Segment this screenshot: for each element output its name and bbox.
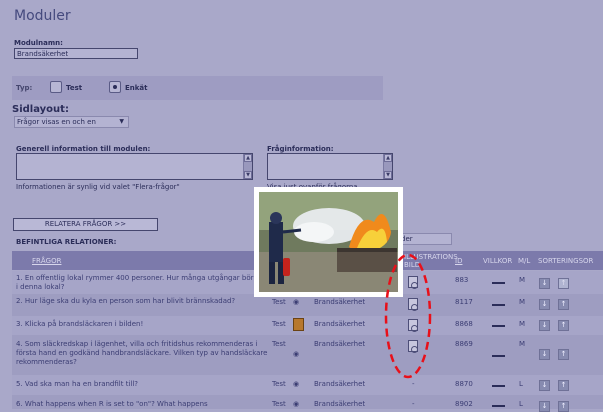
table-row[interactable]: 6. What happens when R is set to "on"? W… — [12, 395, 603, 412]
arrow-up-icon[interactable]: ↑ — [558, 349, 569, 360]
question-info-scrollbar[interactable]: ▲ ▼ — [383, 154, 392, 179]
row-ml: L — [519, 380, 523, 388]
condition-dash — [492, 385, 505, 387]
row-type: Test — [272, 380, 286, 388]
table-row[interactable]: 3. Klicka på brandsläckaren i bilden! Te… — [12, 316, 603, 335]
scroll-up-icon[interactable]: ▲ — [384, 154, 392, 162]
scroll-down-icon[interactable]: ▼ — [384, 171, 392, 179]
existing-relations-label: BEFINTLIGA RELATIONER: — [16, 238, 117, 246]
arrow-down-icon[interactable]: ↓ — [539, 278, 550, 289]
condition-dash — [492, 405, 505, 407]
row-ml: M — [519, 298, 526, 306]
no-illustration: - — [412, 400, 415, 408]
type-label: Typ: — [16, 84, 33, 92]
module-name-input[interactable]: Brandsäkerhet — [14, 48, 138, 59]
row-module: Brandsäkerhet — [314, 320, 366, 328]
type-radio-test[interactable] — [50, 81, 62, 93]
scroll-down-icon[interactable]: ▼ — [244, 171, 252, 179]
arrow-down-icon[interactable]: ↓ — [539, 320, 550, 331]
page-layout-label: Sidlayout: — [12, 104, 69, 115]
type-option-test: Test — [66, 84, 83, 92]
row-module: Brandsäkerhet — [314, 340, 366, 348]
image-thumbnail-icon[interactable] — [293, 318, 304, 331]
question-text[interactable]: 1. En offentlig lokal rymmer 400 persone… — [16, 274, 278, 292]
arrow-up-icon[interactable]: ↑ — [558, 401, 569, 412]
radio-icon[interactable]: ◉ — [293, 350, 299, 358]
module-name-label: Modulnamn: — [14, 39, 63, 47]
row-module: Brandsäkerhet — [314, 380, 366, 388]
question-text[interactable]: 2. Hur läge ska du kyla en person som ha… — [16, 297, 278, 306]
general-info-label: Generell information till modulen: — [16, 145, 151, 153]
question-info-textarea[interactable]: ▲ ▼ — [267, 153, 393, 180]
condition-dash — [492, 282, 505, 284]
question-text[interactable]: 6. What happens when R is set to "on"? W… — [16, 400, 278, 409]
row-id: 8868 — [455, 320, 473, 328]
type-option-enkat: Enkät — [125, 84, 148, 92]
row-id: 8902 — [455, 400, 473, 408]
page-layout-value: Frågor visas en och en — [17, 118, 96, 126]
row-ml: M — [519, 320, 526, 328]
header-sort: SORTERINGSOR — [538, 257, 594, 265]
row-id: 883 — [455, 276, 469, 284]
row-type: Test — [272, 298, 286, 306]
question-text[interactable]: 5. Vad ska man ha en brandfilt till? — [16, 380, 278, 389]
question-text[interactable]: 4. Som släckredskap i lägenhet, villa oc… — [16, 340, 278, 367]
arrow-down-icon[interactable]: ↓ — [539, 349, 550, 360]
question-text[interactable]: 3. Klicka på brandsläckaren i bilden! — [16, 320, 278, 329]
header-questions[interactable]: FRÅGOR — [32, 257, 61, 265]
header-id[interactable]: ID — [455, 257, 462, 265]
condition-dash — [492, 304, 505, 306]
row-module: Brandsäkerhet — [314, 298, 366, 306]
chevron-down-icon: ▼ — [119, 118, 124, 125]
arrow-down-icon[interactable]: ↓ — [539, 380, 550, 391]
header-conditions: VILLKOR — [483, 257, 513, 265]
scroll-up-icon[interactable]: ▲ — [244, 154, 252, 162]
arrow-up-icon[interactable]: ↑ — [558, 320, 569, 331]
arrow-up-icon[interactable]: ↑ — [558, 278, 569, 289]
row-type: Test — [272, 400, 286, 408]
row-id: 8870 — [455, 380, 473, 388]
general-info-textarea[interactable]: ▲ ▼ — [16, 153, 253, 180]
general-info-hint: Informationen är synlig vid valet "Flera… — [16, 183, 180, 191]
type-radio-enkat[interactable] — [109, 81, 121, 93]
general-info-scrollbar[interactable]: ▲ ▼ — [243, 154, 252, 179]
arrow-down-icon[interactable]: ↓ — [539, 299, 550, 310]
header-ml: M/L — [518, 257, 531, 265]
row-module: Brandsäkerhet — [314, 400, 366, 408]
table-row[interactable]: 5. Vad ska man ha en brandfilt till? Tes… — [12, 375, 603, 395]
row-id: 8117 — [455, 298, 473, 306]
row-ml: M — [519, 340, 526, 348]
table-row[interactable]: 2. Hur läge ska du kyla en person som ha… — [12, 294, 603, 316]
radio-icon[interactable]: ◉ — [293, 380, 299, 388]
row-ml: L — [519, 400, 523, 408]
relate-questions-button[interactable]: RELATERA FRÅGOR >> — [13, 218, 158, 231]
page-layout-select[interactable]: Frågor visas en och en ▼ — [14, 116, 129, 128]
arrow-down-icon[interactable]: ↓ — [539, 401, 550, 412]
row-type: Test — [272, 340, 286, 348]
table-row[interactable]: 4. Som släckredskap i lägenhet, villa oc… — [12, 335, 603, 375]
arrow-up-icon[interactable]: ↑ — [558, 299, 569, 310]
row-ml: M — [519, 276, 526, 284]
condition-dash — [492, 355, 505, 357]
radio-icon[interactable]: ◉ — [293, 298, 299, 306]
row-id: 8869 — [455, 340, 473, 348]
radio-icon[interactable]: ◉ — [293, 400, 299, 408]
row-type: Test — [272, 320, 286, 328]
annotation-ellipse — [384, 253, 432, 379]
arrow-up-icon[interactable]: ↑ — [558, 380, 569, 391]
fire-extinguishing-image — [259, 192, 398, 292]
page-title: Moduler — [14, 8, 71, 24]
question-info-label: Fråginformation: — [267, 145, 334, 153]
condition-dash — [492, 325, 505, 327]
